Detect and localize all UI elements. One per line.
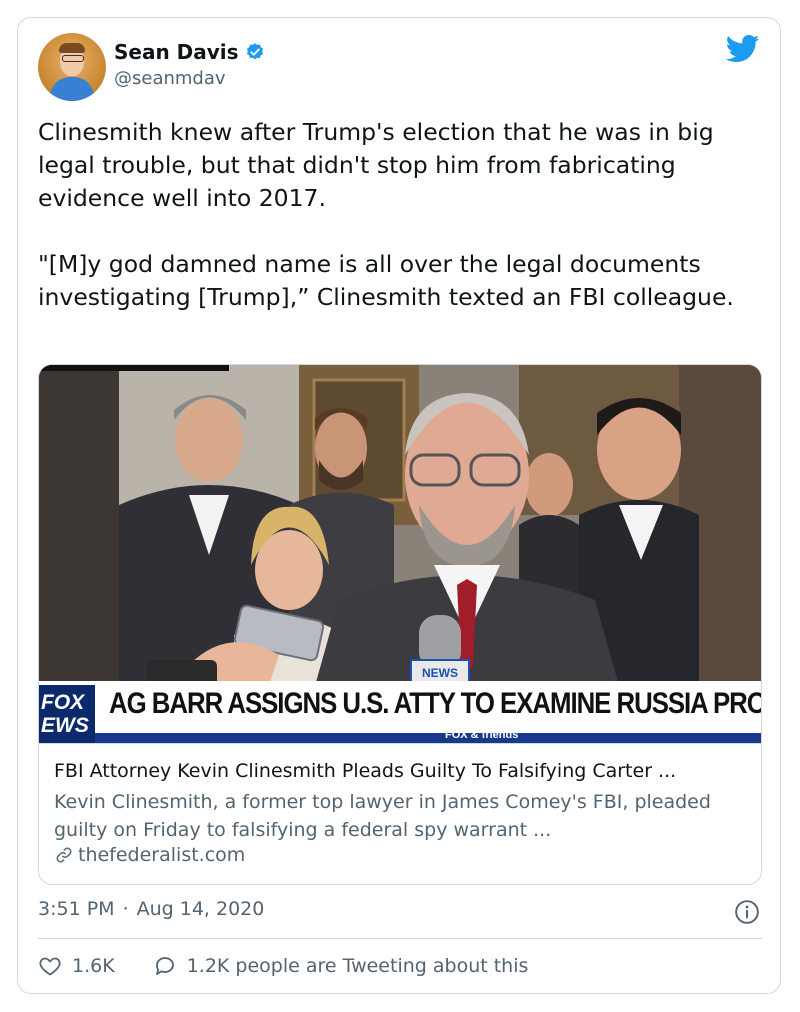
chyron-subbar: FOX & friends xyxy=(95,729,761,743)
info-icon[interactable] xyxy=(734,899,760,925)
link-card-info[interactable]: FBI Attorney Kevin Clinesmith Pleads Gui… xyxy=(39,743,761,884)
reply-bubble-icon[interactable] xyxy=(153,954,177,978)
link-icon xyxy=(56,847,72,863)
author-name-row[interactable]: Sean Davis xyxy=(114,40,265,64)
link-card-image[interactable]: NEWS FOX EWS AG BARR ASSIGNS U.S. ATTY T… xyxy=(39,365,761,743)
timestamp-separator: · xyxy=(122,898,129,920)
link-card[interactable]: NEWS FOX EWS AG BARR ASSIGNS U.S. ATTY T… xyxy=(38,364,762,885)
chyron-headline: AG BARR ASSIGNS U.S. ATTY TO EXAMINE RUS… xyxy=(109,687,761,720)
tweet-timestamp[interactable]: 3:51 PM · Aug 14, 2020 xyxy=(38,898,264,920)
tweet-actions: 1.6K 1.2K people are Tweeting about this xyxy=(38,954,566,978)
twitter-bird-icon[interactable] xyxy=(726,34,760,64)
tweeting-about-text[interactable]: 1.2K people are Tweeting about this xyxy=(187,955,529,977)
author-name[interactable]: Sean Davis xyxy=(114,40,239,64)
link-title[interactable]: FBI Attorney Kevin Clinesmith Pleads Gui… xyxy=(54,760,676,782)
heart-icon[interactable] xyxy=(38,954,62,978)
divider xyxy=(38,938,762,939)
verified-badge-icon xyxy=(246,43,263,60)
mic-label: NEWS xyxy=(422,666,458,680)
tweet-card: Sean Davis @seanmdav Clinesmith knew aft… xyxy=(17,17,781,994)
link-description: Kevin Clinesmith, a former top lawyer in… xyxy=(54,791,711,841)
tweet-time[interactable]: 3:51 PM xyxy=(38,898,115,920)
avatar[interactable] xyxy=(38,33,106,101)
like-count: 1.6K xyxy=(72,955,115,977)
link-domain: thefederalist.com xyxy=(54,844,245,866)
tweet-date[interactable]: Aug 14, 2020 xyxy=(137,898,265,920)
tweet-text: Clinesmith knew after Trump's election t… xyxy=(38,118,734,311)
fox-news-logo: FOX EWS xyxy=(39,685,95,743)
news-chyron: FOX EWS AG BARR ASSIGNS U.S. ATTY TO EXA… xyxy=(39,681,761,743)
like-button[interactable]: 1.6K xyxy=(38,954,115,978)
author-handle[interactable]: @seanmdav xyxy=(114,68,226,89)
tweeting-about-link[interactable]: 1.2K people are Tweeting about this xyxy=(153,954,529,978)
